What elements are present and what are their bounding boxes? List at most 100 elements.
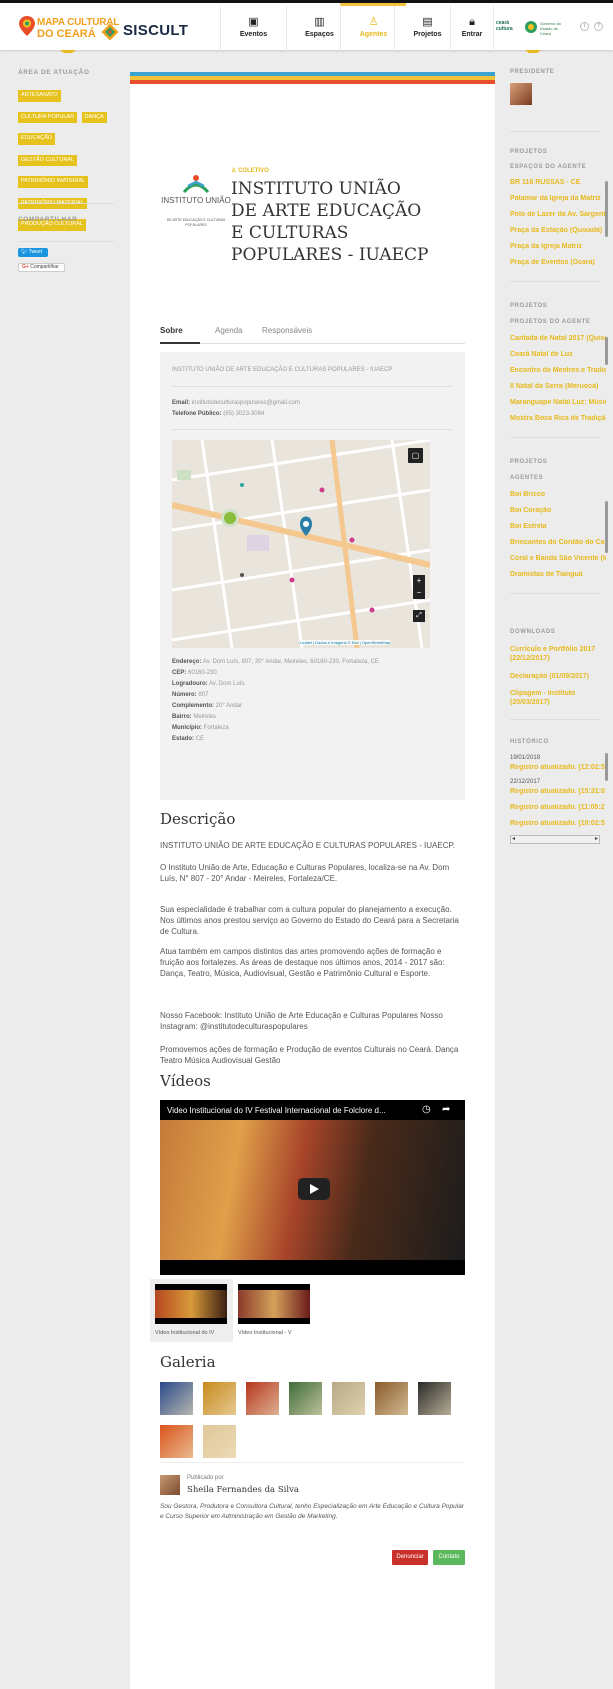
agent-link[interactable]: Brincantes do Cordão do Caroá [510, 539, 606, 546]
download-link[interactable]: Currículo e Portfólio 2017 (22/12/2017) [510, 645, 606, 663]
scrollbar[interactable] [605, 181, 608, 237]
gallery-image[interactable] [332, 1382, 365, 1415]
project-link[interactable]: Mostra Boca Rica de Tradição [510, 415, 606, 422]
share-title: COMPARTILHAR [18, 216, 78, 223]
siscult-logo-text[interactable]: SISCULT [123, 22, 188, 39]
spaces-title: ESPAÇOS DO AGENTE [510, 164, 587, 170]
ceara-cultura-logo[interactable]: ceará cultura [496, 20, 520, 32]
gallery-image[interactable] [160, 1425, 193, 1458]
email-label: Email: [172, 400, 191, 406]
author-name[interactable]: Sheila Fernandes da Silva [187, 1485, 299, 1495]
map-attribution[interactable]: Leaflet | Dados e Imagens © Esri | OpenS… [300, 640, 391, 645]
agent-link[interactable]: Boi Coração [510, 507, 606, 514]
district-label: Bairro: [172, 714, 192, 720]
calendar-icon: ▣ [248, 16, 259, 28]
area-tag[interactable]: GESTÃO CULTURAL [18, 154, 78, 166]
area-tag[interactable]: ARTESANATO [18, 90, 61, 102]
space-link[interactable]: BR 116 RUSSAS - CE [510, 179, 606, 186]
area-tag[interactable]: EDUCAÇÃO [18, 133, 56, 145]
video-player[interactable]: Video Institucional do IV Festival Inter… [160, 1100, 465, 1275]
agent-link[interactable]: Boi Bricco [510, 491, 606, 498]
street-label: Logradouro: [172, 681, 208, 687]
project-link[interactable]: Maranguape Natal Luz: Música [510, 399, 606, 406]
locate-icon[interactable]: ⤢ [413, 610, 425, 622]
download-link[interactable]: Clipagem - Instituto (20/03/2017) [510, 689, 606, 707]
gallery-image[interactable] [246, 1382, 279, 1415]
area-tag[interactable]: DANÇA [81, 111, 107, 123]
help-icon[interactable]: ? [594, 22, 603, 31]
history-entry[interactable]: Registro atualizado. [11:05:2 [510, 804, 606, 811]
gallery-image[interactable] [375, 1382, 408, 1415]
video-thumb-label: Vídeo Institucional do IV [155, 1330, 215, 1336]
project-link[interactable]: Encontro de Mestres e Tradições [510, 367, 606, 374]
description-paragraph: O Instituto União de Arte, Educação e Cu… [160, 863, 450, 883]
share-icon[interactable]: ➦ [442, 1104, 450, 1115]
scrollbar[interactable] [605, 501, 608, 553]
agent-link[interactable]: Dramistas de Tianguá [510, 571, 606, 578]
complement-label: Complemento: [172, 703, 214, 709]
clock-icon[interactable]: ◷ [422, 1104, 431, 1115]
tab-responsaveis[interactable]: Responsáveis [262, 326, 312, 344]
report-button[interactable]: Denunciar [392, 1550, 428, 1565]
divider [510, 593, 600, 594]
agent-link[interactable]: Coral e Banda São Vicente (Icó) [510, 555, 606, 562]
zoom-controls: + − [413, 575, 425, 599]
space-link[interactable]: Praça da Estação (Quixadá) [510, 227, 606, 234]
nav-eventos[interactable]: ▣ Eventos [220, 6, 286, 53]
video-title[interactable]: Video Institucional do IV Festival Inter… [167, 1106, 407, 1115]
government-text: Governo do Estado do Ceará [540, 21, 561, 36]
tweet-button[interactable]: 🐦︎ Tweet [18, 248, 48, 257]
history-entry[interactable]: Registro atualizado. [10:02:5 [510, 820, 606, 827]
tab-sobre[interactable]: Sobre [160, 326, 200, 344]
zoom-in-button[interactable]: + [413, 575, 425, 587]
google-plus-share-button[interactable]: G+ Compartilhar [18, 263, 65, 272]
area-tag[interactable]: CULTURA POPULAR [18, 111, 78, 123]
gallery-image[interactable] [203, 1425, 236, 1458]
scrollbar[interactable] [605, 753, 608, 781]
person-icon: ♙ [368, 16, 379, 28]
download-link[interactable]: Declaração (01/09/2017) [510, 673, 606, 680]
play-button[interactable] [298, 1178, 330, 1200]
space-link[interactable]: Polo de Lazer da Av. Sargento [510, 211, 606, 218]
divider [18, 241, 114, 242]
video-thumb[interactable]: Vídeo Institucional - V [235, 1279, 318, 1342]
project-link[interactable]: Cantada de Natal 2017 (Quixadá) [510, 335, 606, 342]
history-entry[interactable]: Registro atualizado. [15:31:0 [510, 788, 606, 795]
gallery-image[interactable] [160, 1382, 193, 1415]
space-link[interactable]: Praça da Igreja Matriz [510, 243, 606, 250]
president-avatar[interactable] [510, 83, 532, 105]
gallery-image[interactable] [418, 1382, 451, 1415]
info-icon[interactable]: i [580, 22, 589, 31]
tab-agenda[interactable]: Agenda [215, 326, 243, 344]
zoom-out-button[interactable]: − [413, 587, 425, 599]
logo-subtitle[interactable]: DO CEARÁ [37, 29, 96, 40]
gallery-image[interactable] [289, 1382, 322, 1415]
scroll-left-arrow-icon[interactable]: ◂ [512, 836, 515, 843]
scrollbar[interactable] [605, 337, 608, 365]
building-icon: ▥ [314, 16, 325, 28]
lock-icon: 🔒︎ [469, 16, 475, 28]
description-title: Descrição [160, 810, 236, 828]
divider [510, 437, 600, 438]
location-map[interactable]: ▢ + − ⤢ Leaflet | Dados e Imagens © Esri… [172, 440, 430, 648]
divider [172, 429, 452, 430]
fullscreen-icon[interactable]: ▢ [408, 448, 423, 463]
project-link[interactable]: Ceará Natal de Luz [510, 351, 606, 358]
partner-logos: ceará cultura Governo do Estado do Ceará… [494, 17, 612, 41]
video-thumb-selected[interactable]: Vídeo Institucional do IV [150, 1279, 233, 1342]
agent-link[interactable]: Boi Estrela [510, 523, 606, 530]
area-title: ÁREA DE ATUAÇÃO [18, 69, 90, 76]
email-value[interactable]: institutodeculturaspopulares@gmail.com [192, 400, 300, 406]
project-link[interactable]: II Natal da Serra (Meruoca) [510, 383, 606, 390]
space-link[interactable]: Patamar da Igreja da Matriz [510, 195, 606, 202]
horizontal-scrollbar[interactable]: ◂ ▸ [510, 835, 600, 844]
history-entry[interactable]: Registro atualizado. [12:02:5 [510, 764, 606, 771]
contact-button[interactable]: Contato [433, 1550, 465, 1565]
scroll-right-arrow-icon[interactable]: ▸ [595, 836, 598, 843]
author-avatar[interactable] [160, 1475, 180, 1495]
agent-logo: INSTITUTO UNIÃO DE ARTE EDUCAÇÃO E CULTU… [160, 174, 232, 238]
gallery-image[interactable] [203, 1382, 236, 1415]
area-tag[interactable]: PATRIMÔNIO IMATERIAL [18, 176, 89, 188]
nav-entrar[interactable]: 🔒︎ Entrar [450, 6, 494, 53]
space-link[interactable]: Praça de Eventos (Ocara) [510, 259, 606, 266]
